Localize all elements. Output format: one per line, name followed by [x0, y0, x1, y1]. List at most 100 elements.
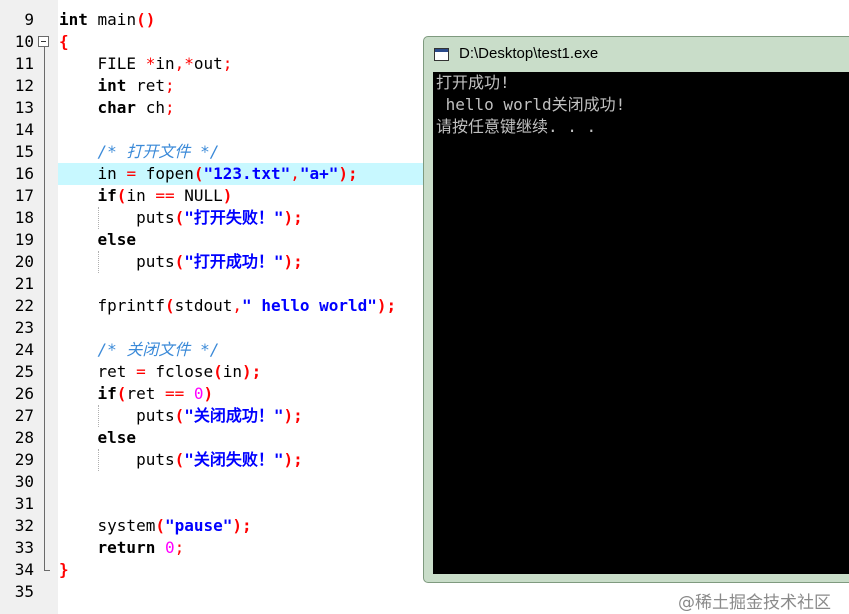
code-line[interactable]: 19 else [0, 229, 136, 251]
line-number: 21 [14, 274, 34, 293]
code-token: ; [222, 54, 233, 73]
code-token: in [222, 362, 243, 381]
code-token: /* 打开文件 */ [59, 142, 220, 161]
code-token: = [126, 164, 137, 183]
line-number: 18 [14, 208, 34, 227]
code-line[interactable]: 24 /* 关闭文件 */ [0, 339, 220, 361]
code-token: int [59, 10, 88, 29]
line-number: 28 [14, 428, 34, 447]
code-line[interactable]: 11 FILE *in,*out; [0, 53, 233, 75]
code-token: main [87, 10, 137, 29]
console-app-icon [434, 48, 449, 61]
code-token: in [155, 54, 175, 73]
code-line[interactable]: 17 if(in == NULL) [0, 185, 233, 207]
code-token: "打开成功！" [184, 252, 284, 271]
code-token: ); [376, 296, 397, 315]
code-line[interactable]: 28 else [0, 427, 136, 449]
code-token: in [59, 164, 127, 183]
code-token: "关闭失败！" [184, 450, 284, 469]
code-line[interactable]: 20 puts("打开成功！"); [0, 251, 303, 273]
code-token: else [97, 428, 137, 447]
code-token: puts [59, 450, 175, 469]
code-line[interactable]: 14 [0, 119, 59, 141]
code-token: 0 [193, 384, 204, 403]
code-token: ); [232, 516, 252, 535]
code-line[interactable]: 15 /* 打开文件 */ [0, 141, 220, 163]
console-output[interactable]: 打开成功! hello world关闭成功! 请按任意键继续. . . [433, 72, 849, 574]
line-number: 34 [14, 560, 34, 579]
code-token: char [97, 98, 137, 117]
code-line[interactable]: 25 ret = fclose(in); [0, 361, 262, 383]
line-number: 24 [14, 340, 34, 359]
line-number: 27 [14, 406, 34, 425]
code-token: if [97, 186, 117, 205]
code-line[interactable]: 29 puts("关闭失败！"); [0, 449, 303, 471]
code-token: { [59, 32, 69, 51]
code-token: } [59, 560, 69, 579]
line-number: 12 [14, 76, 34, 95]
code-line[interactable]: 12 int ret; [0, 75, 175, 97]
code-token: else [97, 230, 137, 249]
code-token: ) [222, 186, 233, 205]
code-token: ); [283, 406, 303, 425]
code-token: " hello world" [242, 296, 377, 315]
code-token: puts [59, 208, 175, 227]
code-line[interactable]: 32 system("pause"); [0, 515, 252, 537]
code-token: ( [174, 450, 185, 469]
code-token: "a+" [299, 164, 339, 183]
code-line[interactable]: 9 int main() [0, 9, 155, 31]
code-token: ); [283, 450, 303, 469]
line-number: 15 [14, 142, 34, 161]
code-token: ch [136, 98, 165, 117]
code-token: ); [338, 164, 358, 183]
code-token: "pause" [164, 516, 233, 535]
code-token: "123.txt" [203, 164, 291, 183]
code-token: ( [116, 384, 127, 403]
code-token: fprintf [59, 296, 165, 315]
line-number: 32 [14, 516, 34, 535]
code-line[interactable]: 23 [0, 317, 59, 339]
code-token: FILE [59, 54, 146, 73]
code-line[interactable]: 26 if(ret == 0) [0, 383, 213, 405]
code-line[interactable]: 10 { [0, 31, 69, 53]
console-line: hello world关闭成功! [436, 95, 626, 114]
code-line[interactable]: 33 return 0; [0, 537, 185, 559]
code-line[interactable]: 34} [0, 559, 69, 581]
code-token: = [136, 362, 146, 381]
console-title: D:\Desktop\test1.exe [459, 45, 599, 62]
code-token: ); [242, 362, 262, 381]
code-token: , [174, 54, 185, 73]
code-token: ret [59, 362, 137, 381]
line-number: 19 [14, 230, 34, 249]
code-token: , [232, 296, 243, 315]
console-window[interactable]: D:\Desktop\test1.exe 打开成功! hello world关闭… [423, 36, 849, 583]
line-number: 23 [14, 318, 34, 337]
code-token: , [290, 164, 300, 183]
code-line[interactable]: 22 fprintf(stdout," hello world"); [0, 295, 396, 317]
code-line[interactable]: 30 [0, 471, 59, 493]
code-token: out [193, 54, 223, 73]
code-line[interactable]: 31 [0, 493, 59, 515]
code-token: ; [164, 76, 175, 95]
line-number: 22 [14, 296, 34, 315]
code-line[interactable]: 21 [0, 273, 59, 295]
code-line[interactable]: 16 in = fopen("123.txt","a+"); [0, 163, 358, 185]
code-line[interactable]: 35 [0, 581, 59, 603]
code-token: ( [174, 406, 185, 425]
code-token: ( [164, 296, 175, 315]
line-number: 16 [14, 164, 34, 183]
code-line[interactable]: 18 puts("打开失败！"); [0, 207, 303, 229]
line-number: 29 [14, 450, 34, 469]
line-number: 9 [24, 10, 34, 29]
line-number: 25 [14, 362, 34, 381]
code-token: == [164, 384, 185, 403]
code-line[interactable]: 13 char ch; [0, 97, 175, 119]
console-title-bar[interactable]: D:\Desktop\test1.exe [424, 37, 849, 72]
code-line[interactable]: 27 puts("关闭成功！"); [0, 405, 303, 427]
